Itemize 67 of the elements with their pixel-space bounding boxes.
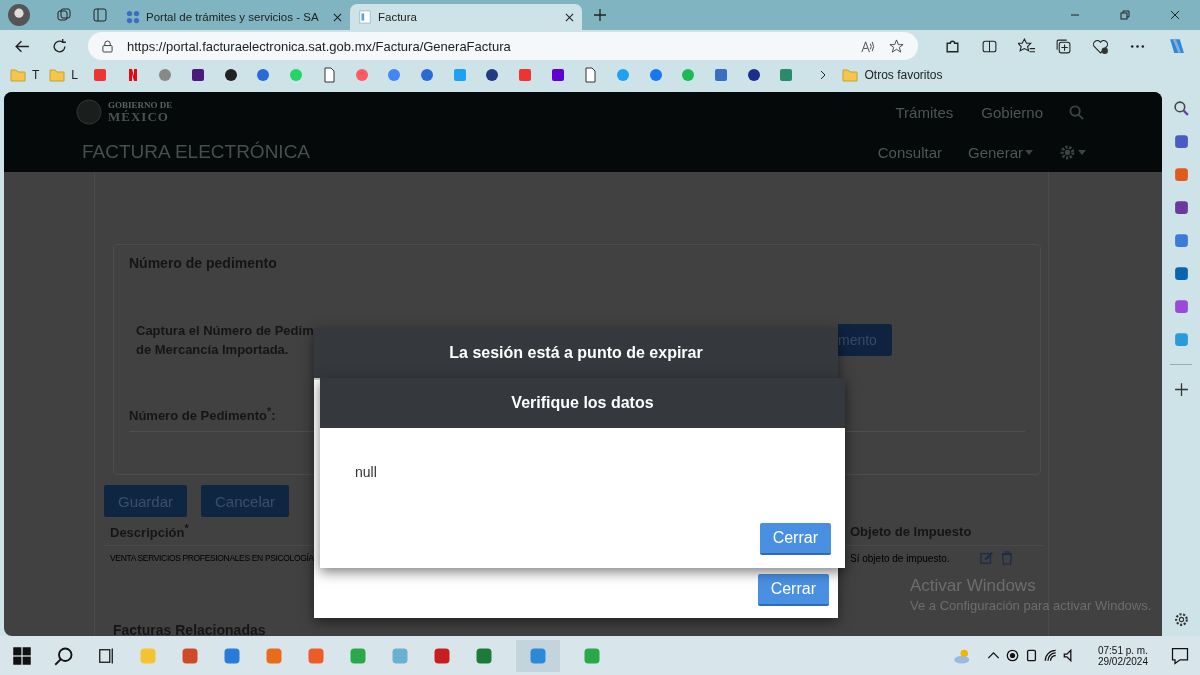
logo-text: MÉXICO [108, 110, 169, 123]
notifications-icon[interactable] [1170, 645, 1190, 666]
workspaces-icon[interactable] [56, 7, 72, 23]
site-title: FACTURA ELECTRÓNICA [82, 141, 311, 163]
document-icon [358, 10, 372, 24]
folder-icon [10, 68, 26, 82]
site-icon[interactable] [222, 67, 239, 83]
tab-title: Portal de trámites y servicios - SA [146, 11, 320, 23]
avatar-icon[interactable] [8, 4, 30, 26]
record-icon[interactable] [1005, 649, 1019, 662]
bookmark-folder[interactable]: Otros favoritos [842, 68, 943, 82]
new-tab-icon[interactable] [592, 7, 608, 23]
browser-tab[interactable]: Factura [350, 4, 582, 30]
site-icon[interactable] [745, 67, 762, 83]
site-icon[interactable] [190, 67, 207, 83]
tab-actions-icon[interactable] [92, 7, 108, 23]
nav-link[interactable]: Gobierno [981, 103, 1043, 121]
url-text: https://portal.facturaelectronica.sat.gob.mx/Factura/GeneraFactura [127, 38, 511, 54]
time-text: 07:51 p. m. [1097, 644, 1148, 656]
read-aloud-icon[interactable] [860, 38, 875, 54]
close-button[interactable]: Cerrar [759, 523, 831, 555]
nav-link[interactable]: Consultar [877, 143, 942, 161]
bookmark-folder[interactable]: T [10, 68, 40, 82]
table-cell: Sí objeto de impuesto. [850, 552, 950, 564]
app-icon[interactable] [1172, 133, 1190, 150]
close-button[interactable]: Cerrar [757, 574, 829, 606]
collections-icon[interactable] [1055, 37, 1072, 55]
site-icon[interactable] [549, 67, 566, 83]
windows-start-icon[interactable] [12, 645, 32, 666]
add-icon[interactable] [1172, 381, 1190, 398]
dialog-title: Verifique los datos [511, 394, 654, 412]
star-icon[interactable] [889, 38, 904, 54]
date-text: 29/02/2024 [1097, 655, 1148, 667]
app-icon[interactable] [1172, 199, 1190, 216]
site-icon[interactable] [484, 67, 501, 83]
address-bar[interactable]: https://portal.facturaelectronica.sat.gob.mx/Factura/GeneraFactura [88, 32, 918, 60]
app-icon[interactable] [1172, 298, 1190, 315]
logo-text: GOBIERNO DE [108, 101, 173, 110]
grid-icon [126, 10, 140, 24]
close-icon[interactable] [1170, 10, 1180, 20]
app-icon[interactable] [1172, 166, 1190, 183]
restore-icon[interactable] [1120, 10, 1130, 20]
app-icon[interactable] [1172, 265, 1190, 282]
folder-icon [49, 68, 66, 82]
table-cell: VENTA SERVICIOS PROFESIONALES EN PSICOLOGÍA [110, 553, 314, 563]
close-icon[interactable] [565, 12, 574, 22]
lock-icon [102, 39, 113, 53]
nav-link[interactable]: Trámites [895, 103, 954, 121]
close-icon[interactable] [333, 12, 342, 22]
favorites-icon[interactable] [1018, 37, 1035, 55]
wifi-icon[interactable] [1043, 649, 1057, 662]
bookmark-folder[interactable]: L [49, 68, 79, 82]
search-icon[interactable] [1172, 100, 1190, 117]
emblem-icon [76, 99, 102, 125]
nav-link[interactable]: Generar [967, 143, 1033, 161]
folder-icon [842, 68, 859, 82]
settings-icon[interactable] [1172, 611, 1190, 628]
search-icon[interactable] [54, 645, 74, 666]
tab-title: Factura [378, 11, 418, 23]
clock[interactable]: 07:51 p. m. 29/02/2024 [1097, 644, 1148, 667]
dialog-message: null [354, 464, 377, 480]
caret-icon [1078, 149, 1086, 155]
caret-icon [1025, 149, 1033, 155]
dialog-title: La sesión está a punto de expirar [449, 344, 703, 362]
app-icon[interactable] [516, 639, 560, 672]
app-icon[interactable] [1172, 232, 1190, 249]
refresh-icon[interactable] [51, 37, 68, 55]
